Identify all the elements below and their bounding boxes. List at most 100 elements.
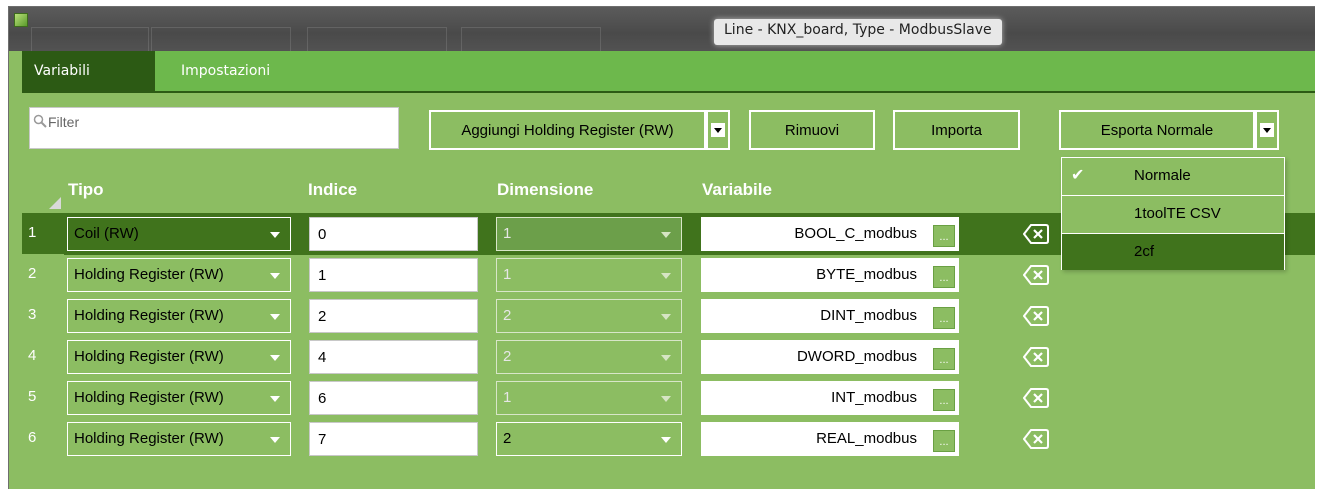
table-row[interactable]: 4 Holding Register (RW) 4 2 DWORD_modbus... — [22, 336, 1315, 378]
filter-input[interactable] — [48, 112, 388, 132]
tipo-select[interactable]: Coil (RW) — [67, 217, 291, 251]
search-icon — [33, 114, 47, 128]
delete-row-icon[interactable] — [1023, 388, 1049, 408]
variabile-value: BOOL_C_modbus — [794, 225, 917, 242]
add-type-dropdown-button[interactable] — [706, 110, 730, 150]
dimensione-value: 2 — [503, 348, 512, 365]
variabile-field[interactable]: DWORD_modbus... — [701, 340, 959, 374]
dimensione-select[interactable]: 2 — [496, 422, 682, 456]
export-format-menu: ✔ Normale 1toolTE CSV 2cf — [1061, 157, 1285, 270]
delete-row-icon[interactable] — [1023, 265, 1049, 285]
indice-input[interactable]: 2 — [309, 299, 478, 333]
dimensione-select: 2 — [496, 340, 682, 374]
browse-variable-button[interactable]: ... — [933, 225, 955, 247]
tipo-value: Holding Register (RW) — [74, 348, 224, 365]
delete-row-icon[interactable] — [1023, 429, 1049, 449]
tab-strip: Variabili Impostazioni — [22, 51, 1315, 91]
column-header-tipo[interactable]: Tipo — [68, 180, 104, 200]
variabile-value: DWORD_modbus — [796, 348, 917, 365]
menu-item-1toolte-csv[interactable]: 1toolTE CSV — [1062, 196, 1284, 233]
row-number[interactable]: 4 — [22, 336, 64, 378]
tipo-select[interactable]: Holding Register (RW) — [67, 299, 291, 333]
browse-variable-button[interactable]: ... — [933, 430, 955, 452]
indice-input[interactable]: 0 — [309, 217, 478, 251]
dimensione-select: 1 — [496, 258, 682, 292]
background-window-tab — [307, 27, 447, 51]
tipo-value: Holding Register (RW) — [74, 389, 224, 406]
browse-variable-button[interactable]: ... — [933, 389, 955, 411]
indice-input[interactable]: 7 — [309, 422, 478, 456]
variabile-value: INT_modbus — [831, 389, 917, 406]
variabile-field[interactable]: REAL_modbus... — [701, 422, 959, 456]
variabile-field[interactable]: DINT_modbus... — [701, 299, 959, 333]
filter-box[interactable] — [29, 107, 399, 149]
variabile-field[interactable]: BOOL_C_modbus... — [701, 217, 959, 251]
dimensione-value: 2 — [503, 430, 512, 447]
tipo-select[interactable]: Holding Register (RW) — [67, 422, 291, 456]
variabile-field[interactable]: BYTE_modbus... — [701, 258, 959, 292]
tipo-value: Holding Register (RW) — [74, 307, 224, 324]
browse-variable-button[interactable]: ... — [933, 348, 955, 370]
remove-button[interactable]: Rimuovi — [749, 110, 875, 150]
menu-item-2cf[interactable]: 2cf — [1062, 234, 1284, 270]
tipo-value: Coil (RW) — [74, 225, 139, 242]
add-holding-register-button[interactable]: Aggiungi Holding Register (RW) — [429, 110, 706, 150]
chevron-down-icon — [661, 355, 671, 361]
export-button[interactable]: Esporta Normale — [1059, 110, 1255, 150]
delete-row-icon[interactable] — [1023, 306, 1049, 326]
variabile-value: BYTE_modbus — [816, 266, 917, 283]
tipo-select[interactable]: Holding Register (RW) — [67, 340, 291, 374]
menu-item-label: 1toolTE CSV — [1134, 205, 1221, 222]
tab-variabili[interactable]: Variabili — [22, 51, 155, 91]
tab-impostazioni[interactable]: Impostazioni — [169, 51, 309, 91]
delete-row-icon[interactable] — [1023, 347, 1049, 367]
table-row[interactable]: 6 Holding Register (RW) 7 2 REAL_modbus... — [22, 418, 1315, 460]
title-bar: Line - KNX_board, Type - ModbusSlave — [9, 7, 1315, 51]
import-button[interactable]: Importa — [893, 110, 1020, 150]
select-all-icon — [49, 197, 61, 209]
chevron-down-icon — [270, 437, 280, 443]
menu-item-label: Normale — [1134, 167, 1191, 184]
delete-row-icon[interactable] — [1023, 224, 1049, 244]
background-window-tab — [461, 27, 601, 51]
variabile-field[interactable]: INT_modbus... — [701, 381, 959, 415]
tipo-select[interactable]: Holding Register (RW) — [67, 258, 291, 292]
column-header-indice[interactable]: Indice — [308, 180, 357, 200]
chevron-down-icon — [270, 314, 280, 320]
tipo-value: Holding Register (RW) — [74, 430, 224, 447]
chevron-down-icon — [661, 437, 671, 443]
dimensione-value: 1 — [503, 266, 512, 283]
toolbar: Aggiungi Holding Register (RW) Rimuovi I… — [9, 93, 1315, 159]
browse-variable-button[interactable]: ... — [933, 266, 955, 288]
tipo-select[interactable]: Holding Register (RW) — [67, 381, 291, 415]
dimensione-select: 2 — [496, 299, 682, 333]
variabile-value: REAL_modbus — [816, 430, 917, 447]
menu-item-normale[interactable]: ✔ Normale — [1062, 158, 1284, 195]
chevron-down-icon — [661, 396, 671, 402]
indice-input[interactable]: 4 — [309, 340, 478, 374]
app-icon — [14, 13, 28, 27]
menu-item-label: 2cf — [1134, 243, 1155, 260]
background-window-tab — [31, 27, 149, 51]
dimensione-select: 1 — [496, 381, 682, 415]
row-number[interactable]: 3 — [22, 295, 64, 337]
table-row[interactable]: 3 Holding Register (RW) 2 2 DINT_modbus... — [22, 295, 1315, 337]
browse-variable-button[interactable]: ... — [933, 307, 955, 329]
column-header-dimensione[interactable]: Dimensione — [497, 180, 593, 200]
export-dropdown-button[interactable] — [1255, 110, 1279, 150]
chevron-down-icon — [270, 355, 280, 361]
dimensione-select: 1 — [496, 217, 682, 251]
check-icon: ✔ — [1071, 167, 1085, 184]
indice-input[interactable]: 6 — [309, 381, 478, 415]
select-all-corner[interactable] — [22, 170, 64, 212]
window-title: Line - KNX_board, Type - ModbusSlave — [714, 19, 1002, 45]
indice-input[interactable]: 1 — [309, 258, 478, 292]
row-number[interactable]: 2 — [22, 254, 64, 296]
table-row[interactable]: 5 Holding Register (RW) 6 1 INT_modbus... — [22, 377, 1315, 419]
row-number[interactable]: 1 — [22, 213, 64, 255]
column-header-variabile[interactable]: Variabile — [702, 180, 772, 200]
dimensione-value: 1 — [503, 225, 512, 242]
row-number[interactable]: 6 — [22, 418, 64, 460]
dimensione-value: 2 — [503, 307, 512, 324]
row-number[interactable]: 5 — [22, 377, 64, 419]
